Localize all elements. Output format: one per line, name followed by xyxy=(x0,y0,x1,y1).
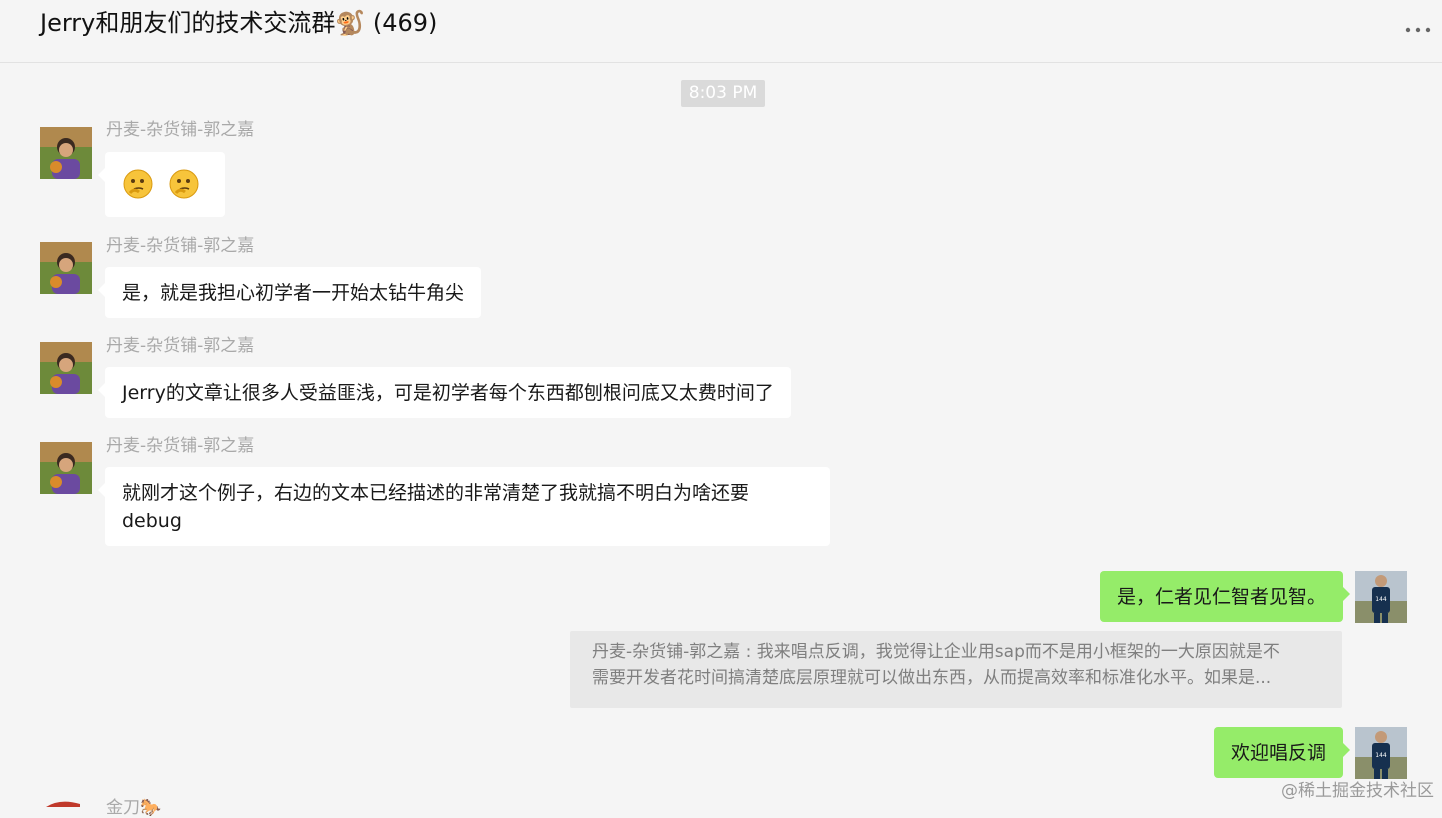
sender-avatar[interactable] xyxy=(40,442,92,494)
message-text: Jerry的文章让很多人受益匪浅，可是初学者每个东西都刨根问底又太费时间了 xyxy=(122,382,774,404)
self-avatar[interactable]: 144 xyxy=(1355,727,1407,779)
message-text: 欢迎唱反调 xyxy=(1230,742,1326,764)
sender-name: 丹麦-杂货铺-郭之嘉 xyxy=(106,236,255,256)
message-text: 就刚才这个例子，右边的文本已经描述的非常清楚了我就搞不明白为啥还要 xyxy=(122,482,750,504)
quote-text: 丹麦-杂货铺-郭之嘉 : 我来唱点反调，我觉得让企业用sap而不是用小框架的一大… xyxy=(592,642,1280,662)
message-text: 是，仁者见仁智者见智。 xyxy=(1116,586,1326,608)
watermark: @稀土掘金技术社区 xyxy=(1281,781,1434,801)
message-bubble-self[interactable]: 欢迎唱反调 xyxy=(1213,727,1351,778)
message-timestamp: 8:03 PM xyxy=(681,80,765,107)
message-bubble-self[interactable]: 是，仁者见仁智者见智。 xyxy=(1099,571,1351,622)
more-dots-icon[interactable] xyxy=(1404,24,1432,36)
sender-name: 丹麦-杂货铺-郭之嘉 xyxy=(106,336,255,356)
sender-name: 丹麦-杂货铺-郭之嘉 xyxy=(106,436,255,456)
message-bubble[interactable]: 就刚才这个例子，右边的文本已经描述的非常清楚了我就搞不明白为啥还要 debug xyxy=(98,467,830,546)
svg-text:144: 144 xyxy=(1375,596,1387,603)
message-bubble[interactable]: 是，就是我担心初学者一开始太钻牛角尖 xyxy=(97,267,482,318)
quoted-message[interactable]: 丹麦-杂货铺-郭之嘉 : 我来唱点反调，我觉得让企业用sap而不是用小框架的一大… xyxy=(570,631,1342,708)
chat-header: Jerry和朋友们的技术交流群🐒 (469) xyxy=(0,0,1442,63)
sender-name: 金刀🐎 xyxy=(106,798,162,818)
chat-title[interactable]: Jerry和朋友们的技术交流群🐒 (469) xyxy=(40,6,437,40)
sender-avatar[interactable] xyxy=(40,127,92,179)
quote-text: 需要开发者花时间搞清楚底层原理就可以做出东西，从而提高效率和标准化水平。如果是.… xyxy=(592,668,1272,688)
message-bubble[interactable]: Jerry的文章让很多人受益匪浅，可是初学者每个东西都刨根问底又太费时间了 xyxy=(98,367,791,418)
thinking-face-icon xyxy=(169,169,199,199)
self-avatar[interactable]: 144 xyxy=(1355,571,1407,623)
message-text: 是，就是我担心初学者一开始太钻牛角尖 xyxy=(122,282,465,304)
sender-avatar[interactable] xyxy=(40,798,92,807)
message-text: debug xyxy=(122,510,182,532)
message-bubble[interactable] xyxy=(98,152,225,217)
svg-text:144: 144 xyxy=(1375,752,1387,759)
sender-avatar[interactable] xyxy=(40,242,92,294)
thinking-face-icon xyxy=(123,169,153,199)
sender-avatar[interactable] xyxy=(40,342,92,394)
sender-name: 丹麦-杂货铺-郭之嘉 xyxy=(106,120,255,140)
